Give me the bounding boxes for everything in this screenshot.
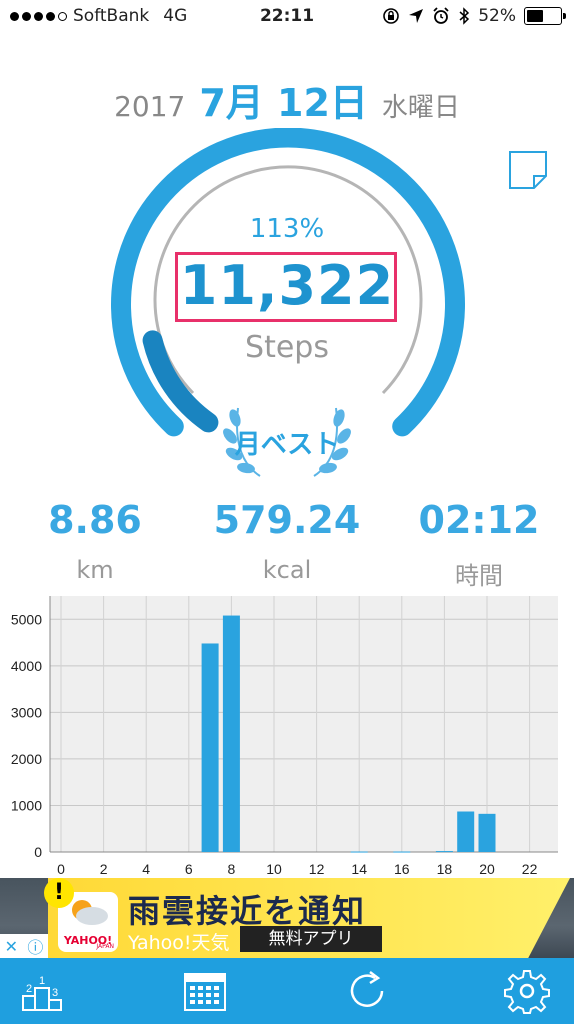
metric-calories: 579.24 kcal [192, 498, 382, 584]
ad-info-icon[interactable]: ⓘ [27, 934, 43, 958]
chart-bar [201, 643, 219, 852]
refresh-icon[interactable] [344, 968, 390, 1014]
monthly-best-badge: 月ベスト [234, 430, 340, 460]
ad-controls: ✕ ⓘ [0, 934, 48, 958]
ad-close-icon[interactable]: ✕ [5, 937, 18, 956]
chart-bar [435, 851, 453, 853]
status-bar: SoftBank 4G 22:11 52% [0, 0, 574, 34]
date-month-day: 7月 12日 [199, 81, 368, 125]
date-year: 2017 [114, 90, 186, 123]
alert-icon: ! [44, 878, 74, 908]
svg-text:1: 1 [39, 975, 45, 987]
chart-x-tick-label: 22 [522, 861, 538, 877]
chart-y-tick-label: 4000 [11, 658, 42, 674]
calendar-icon[interactable] [182, 968, 228, 1014]
metric-time-unit: 時間 [455, 562, 503, 590]
ad-brand: Yahoo!天気 [128, 932, 230, 954]
metric-time: 02:12 時間 [384, 498, 574, 591]
bottom-tab-bar: 1 2 3 [0, 958, 574, 1024]
metric-distance: 8.86 km [0, 498, 190, 584]
alarm-icon [433, 7, 449, 24]
metric-time-value: 02:12 [418, 498, 540, 542]
chart-y-tick-label: 2000 [11, 751, 42, 767]
chart-y-tick-label: 0 [34, 844, 42, 860]
note-icon[interactable] [508, 150, 548, 190]
metric-distance-unit: km [76, 556, 114, 584]
hourly-steps-chart: 0 1000 2000 3000 4000 5000 0 2 4 6 8 10 12 14 16 18 20 22 [11, 596, 558, 877]
date-header[interactable]: 2017 7月 12日 水曜日 [0, 72, 574, 127]
ad-banner[interactable]: YAHOO! JAPAN ! 雨雲接近を通知 Yahoo!天気 無料アプリ ✕ … [0, 878, 574, 958]
location-icon [409, 9, 424, 23]
rotation-lock-icon [383, 8, 400, 24]
chart-y-tick-label: 1000 [11, 797, 42, 813]
ad-cta-button[interactable]: 無料アプリ [240, 926, 382, 952]
chart-x-tick-label: 8 [228, 861, 236, 877]
chart-x-tick-label: 10 [266, 861, 282, 877]
chart-bar [478, 813, 496, 852]
bluetooth-icon [459, 7, 470, 25]
svg-text:2: 2 [26, 983, 32, 995]
chart-y-tick-label: 5000 [11, 611, 42, 627]
chart-x-tick-label: 12 [309, 861, 325, 877]
chart-x-tick-label: 14 [351, 861, 367, 877]
goal-percent: 113% [249, 214, 325, 244]
chart-bar [222, 615, 240, 852]
chart-x-tick-label: 20 [479, 861, 495, 877]
chart-plot-area [50, 596, 558, 852]
steps-label: Steps [245, 330, 329, 365]
chart-x-tick-label: 2 [100, 861, 108, 877]
status-right: 52% [382, 6, 566, 26]
metric-calories-unit: kcal [262, 556, 312, 584]
chart-bar [393, 851, 411, 853]
chart-bar [350, 851, 368, 853]
ranking-icon[interactable]: 1 2 3 [20, 968, 66, 1014]
chart-x-tick-label: 6 [185, 861, 193, 877]
chart-x-tick-label: 4 [142, 861, 150, 877]
battery-icon [524, 7, 566, 25]
metric-distance-value: 8.86 [48, 498, 142, 542]
settings-gear-icon[interactable] [504, 968, 550, 1014]
battery-percent: 52% [478, 6, 516, 26]
chart-x-tick-label: 16 [394, 861, 410, 877]
ad-logo-subtext: JAPAN [96, 943, 114, 950]
chart-y-tick-label: 3000 [11, 704, 42, 720]
chart-bar [457, 811, 475, 852]
date-weekday: 水曜日 [381, 93, 460, 123]
chart-x-tick-label: 18 [437, 861, 453, 877]
metric-calories-value: 579.24 [213, 498, 361, 542]
chart-x-tick-label: 0 [57, 861, 65, 877]
step-count: 11,322 [179, 254, 395, 317]
svg-text:3: 3 [52, 987, 58, 999]
